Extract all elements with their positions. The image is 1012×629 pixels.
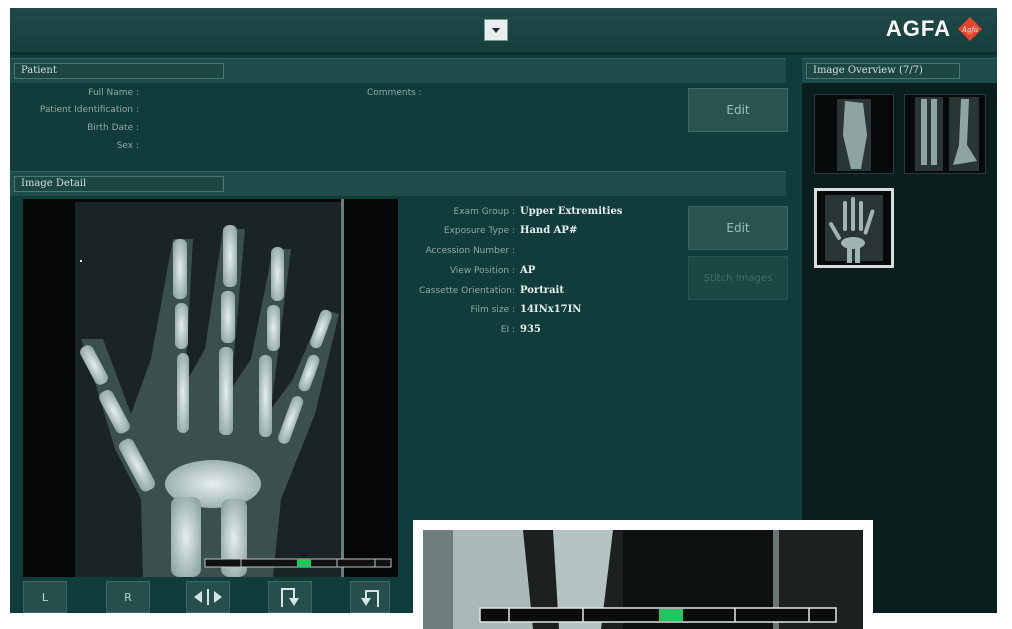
left-marker-button[interactable]: L (23, 581, 67, 613)
thumbnail-hand-ap-selected[interactable] (814, 188, 894, 268)
image-edit-button[interactable]: Edit (688, 206, 788, 250)
film-size-label: Film size : (470, 305, 516, 315)
brand: AGFA Agfa (886, 16, 983, 42)
agfa-logo-icon: Agfa (958, 17, 982, 41)
rotate-counterclockwise-icon (361, 590, 379, 607)
patient-id-label: Patient Identification : (39, 105, 139, 115)
rotate-clockwise-button[interactable] (268, 581, 312, 613)
comments-label: Comments : (367, 88, 422, 98)
image-detail-panel-title: Image Detail (14, 176, 224, 192)
thumbnail-image (815, 95, 893, 173)
full-name-label: Full Name : (88, 88, 139, 98)
patient-panel-header: Patient (10, 58, 786, 83)
brand-name: AGFA (885, 16, 951, 41)
cassette-orientation-label: Cassette Orientation: (418, 286, 515, 296)
exam-group-label: Exam Group : (453, 207, 515, 217)
patient-edit-button[interactable]: Edit (688, 88, 788, 132)
exam-group-value: Upper Extremities (520, 206, 623, 217)
view-position-value: AP (520, 265, 536, 276)
xray-image-viewer[interactable] (23, 199, 398, 577)
view-dropdown[interactable] (484, 19, 508, 41)
image-detail-panel-header: Image Detail (10, 171, 786, 196)
flip-horizontal-button[interactable] (186, 581, 230, 613)
film-size-value: 14INx17IN (520, 304, 582, 315)
image-overview-header: Image Overview (7/7) (802, 58, 997, 83)
chevron-down-icon (492, 27, 500, 33)
exposure-indicator-bar (204, 558, 392, 568)
cassette-orientation-value: Portrait (520, 285, 564, 296)
exposure-type-label: Exposure Type : (443, 226, 515, 236)
exposure-type-value: Hand AP# (520, 225, 578, 236)
stitch-images-button[interactable]: Stitch Images (688, 256, 788, 300)
ei-value: 935 (520, 324, 541, 335)
flip-horizontal-icon (194, 589, 222, 605)
patient-panel-title: Patient (14, 63, 224, 79)
thumbnail-forearm-lateral[interactable] (814, 94, 894, 174)
ei-label: EI : (500, 325, 515, 335)
view-position-label: View Position : (449, 266, 515, 276)
zoom-inset-image (423, 530, 863, 629)
image-overview-title: Image Overview (7/7) (806, 63, 960, 79)
hand-xray-image (23, 199, 398, 577)
zoom-inset (413, 520, 873, 629)
thumbnail-leg-views[interactable] (904, 94, 986, 174)
zoomed-exposure-bar (479, 607, 837, 623)
rotate-clockwise-icon (281, 588, 299, 607)
sex-label: Sex : (116, 141, 139, 151)
thumbnail-image (817, 191, 891, 265)
accession-number-label: Accession Number : (425, 246, 515, 256)
top-bar: AGFA Agfa (10, 8, 997, 55)
rotate-counterclockwise-button[interactable] (350, 581, 390, 613)
svg-text:Agfa: Agfa (961, 26, 978, 34)
zoomed-wrist-xray (423, 530, 863, 629)
right-marker-button[interactable]: R (106, 581, 150, 613)
thumbnail-image (905, 95, 985, 173)
birth-date-label: Birth Date : (87, 123, 139, 133)
